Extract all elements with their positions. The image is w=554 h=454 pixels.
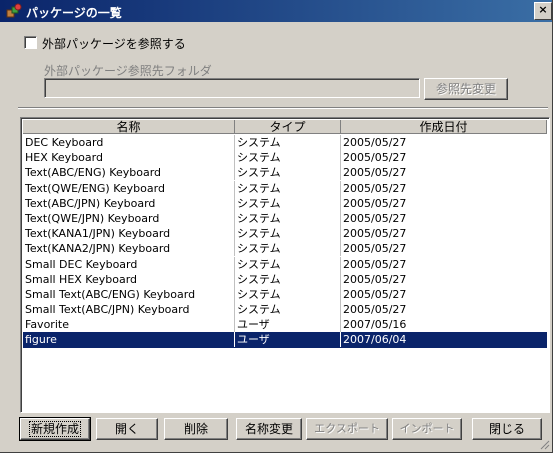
change-folder-button[interactable]: 参照先変更 [424,78,508,100]
cell-type: システム [235,271,341,287]
cell-name: Text(ABC/JPN) Keyboard [23,195,235,211]
cell-name: Text(ABC/ENG) Keyboard [23,165,235,181]
table-body: DEC Keyboard システム 2005/05/27 HEX Keyboard シス… [23,135,547,348]
cell-date: 2005/05/27 [343,151,407,165]
export-button[interactable]: エクスポート [306,418,388,440]
package-icon [6,3,22,18]
cell-date: 2005/05/27 [343,181,407,195]
table-row[interactable]: figure ユーザ 2007/06/04 [23,332,547,348]
new-button-label: 新規作成 [28,421,81,437]
package-table[interactable]: 名称 タイプ 作成日付 DEC Keyboard システム 2005/05/27 HE… [20,117,550,413]
cell-name: Small Text(ABC/JPN) Keyboard [23,302,235,318]
table-row[interactable]: Small HEX Keyboard システム 2005/05/27 [23,271,547,287]
cell-name: Small Text(ABC/ENG) Keyboard [23,286,235,302]
cell-type: ユーザ [235,317,341,333]
cell-name: Text(QWE/JPN) Keyboard [23,210,235,226]
cell-name: Text(KANA2/JPN) Keyboard [23,241,235,257]
package-list-window: パッケージの一覧 × 外部パッケージを参照する 外部パッケージ参照先フォルダ 参… [0,0,553,453]
cell-type: システム [235,150,341,166]
table-row[interactable]: Favorite ユーザ 2007/05/16 [23,317,547,333]
cell-type: システム [235,165,341,181]
cell-name: HEX Keyboard [23,150,235,166]
cell-name: Text(KANA1/JPN) Keyboard [23,226,235,242]
cell-date: 2005/05/27 [343,272,407,286]
header-name[interactable]: 名称 [23,120,235,134]
external-package-checkbox[interactable] [24,36,37,49]
table-row[interactable]: Small Text(ABC/ENG) Keyboard システム 2005/05/… [23,286,547,302]
cell-type: システム [235,286,341,302]
table-header: 名称 タイプ 作成日付 [23,120,547,134]
cell-date: 2005/05/27 [343,242,407,256]
import-button[interactable]: インポート [392,418,462,440]
cell-date: 2007/05/16 [343,318,407,332]
table-row[interactable]: Text(ABC/ENG) Keyboard システム 2005/05/27 [23,165,547,181]
table-row[interactable]: Text(KANA2/JPN) Keyboard システム 2005/05/27 [23,241,547,257]
rename-button[interactable]: 名称変更 [236,418,302,440]
table-row[interactable]: Text(QWE/JPN) Keyboard システム 2005/05/27 [23,210,547,226]
external-package-label: 外部パッケージを参照する [42,37,186,51]
folder-label: 外部パッケージ参照先フォルダ [44,64,212,78]
cell-name: figure [23,332,235,348]
cell-date: 2007/06/04 [343,333,407,347]
cell-type: システム [235,241,341,257]
cell-name: Small DEC Keyboard [23,256,235,272]
cell-type: システム [235,256,341,272]
cell-type: システム [235,195,341,211]
cell-type: システム [235,210,341,226]
header-date[interactable]: 作成日付 [341,120,547,134]
table-row[interactable]: Text(KANA1/JPN) Keyboard システム 2005/05/27 [23,226,547,242]
cell-name: Text(QWE/ENG) Keyboard [23,180,235,196]
close-button[interactable]: 閉じる [472,418,542,440]
resize-grip-icon[interactable] [540,440,550,450]
delete-button[interactable]: 削除 [164,418,228,440]
separator [18,107,548,109]
cell-name: DEC Keyboard [23,135,235,150]
cell-date: 2005/05/27 [343,136,407,149]
table-row[interactable]: HEX Keyboard システム 2005/05/27 [23,150,547,166]
window-title: パッケージの一覧 [26,6,122,20]
table-row[interactable]: Text(QWE/ENG) Keyboard システム 2005/05/27 [23,180,547,196]
cell-type: システム [235,135,341,150]
cell-date: 2005/05/27 [343,211,407,225]
close-icon[interactable]: × [534,2,552,20]
cell-type: システム [235,226,341,242]
table-row[interactable]: Text(ABC/JPN) Keyboard システム 2005/05/27 [23,195,547,211]
folder-path-field [44,78,420,98]
table-row[interactable]: DEC Keyboard システム 2005/05/27 [23,135,547,150]
open-button[interactable]: 開く [96,418,158,440]
cell-date: 2005/05/27 [343,227,407,241]
cell-date: 2005/05/27 [343,287,407,301]
cell-date: 2005/05/27 [343,166,407,180]
header-type[interactable]: タイプ [235,120,341,134]
table-row[interactable]: Small Text(ABC/JPN) Keyboard システム 2005/05/… [23,302,547,318]
new-button[interactable]: 新規作成 [19,417,91,441]
cell-date: 2005/05/27 [343,196,407,210]
cell-name: Favorite [23,317,235,333]
cell-type: システム [235,180,341,196]
table-row[interactable]: Small DEC Keyboard システム 2005/05/27 [23,256,547,272]
cell-type: ユーザ [235,332,341,348]
cell-type: システム [235,302,341,318]
title-bar[interactable]: パッケージの一覧 × [0,0,552,22]
cell-date: 2005/05/27 [343,257,407,271]
cell-date: 2005/05/27 [343,303,407,317]
cell-name: Small HEX Keyboard [23,271,235,287]
